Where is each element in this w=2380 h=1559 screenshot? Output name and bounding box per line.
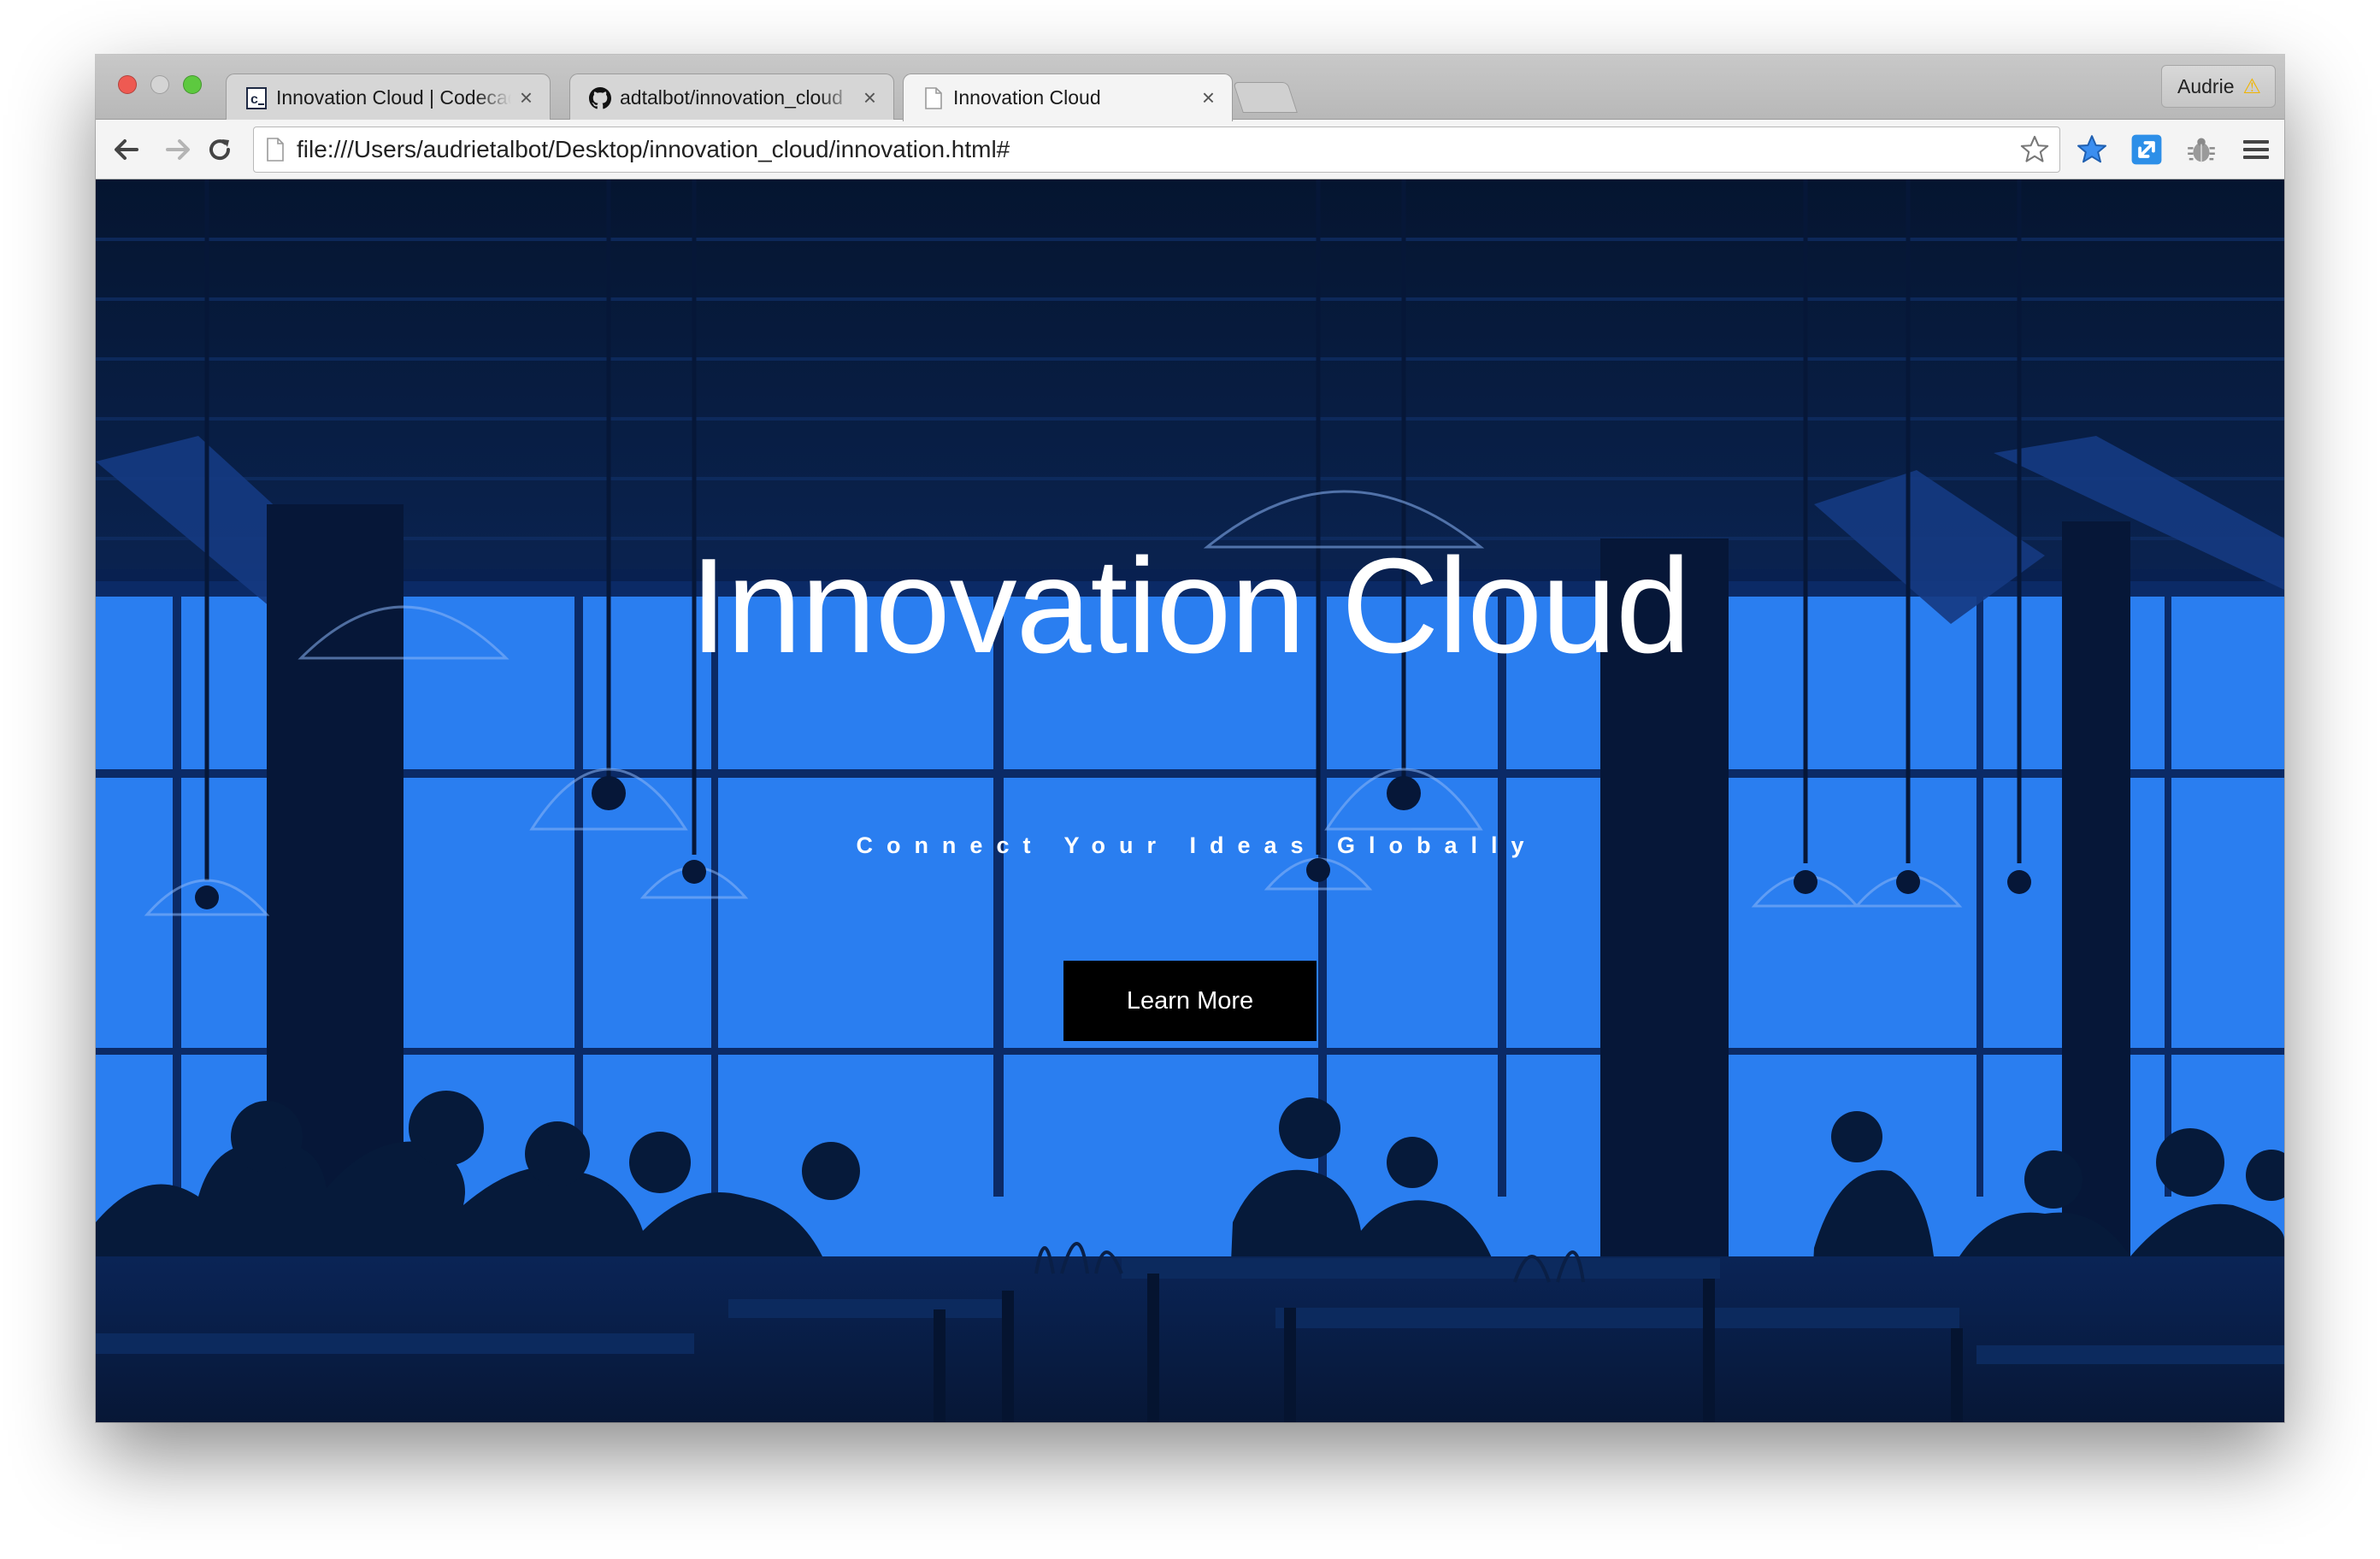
tab-title: Innovation Cloud xyxy=(953,86,1101,109)
forward-arrow-icon xyxy=(166,139,190,160)
tab-close-icon[interactable]: × xyxy=(520,85,533,111)
browser-window: c Innovation Cloud | Codecademy × adtalb… xyxy=(96,55,2284,1422)
url-text[interactable]: file:///Users/audrietalbot/Desktop/innov… xyxy=(297,136,2018,163)
address-bar[interactable]: file:///Users/audrietalbot/Desktop/innov… xyxy=(253,126,2060,173)
back-button[interactable] xyxy=(108,132,144,168)
new-tab-button[interactable] xyxy=(1233,82,1298,113)
forward-button[interactable] xyxy=(161,132,197,168)
learn-more-button[interactable]: Learn More xyxy=(1063,961,1317,1041)
tab-title: Innovation Cloud | Codecademy xyxy=(276,86,511,109)
close-window-button[interactable] xyxy=(118,75,137,94)
profile-name: Audrie xyxy=(2177,74,2235,97)
tab-close-icon[interactable]: × xyxy=(1202,85,1215,111)
github-icon xyxy=(589,86,611,110)
hero-subtitle: Connect Your Ideas Globally xyxy=(856,832,1538,858)
page-viewport: Innovation Cloud Connect Your Ideas Glob… xyxy=(96,179,2284,1422)
reload-button[interactable] xyxy=(202,132,238,168)
hero-background-image xyxy=(96,179,2284,1422)
tab-codecademy[interactable]: c Innovation Cloud | Codecademy × xyxy=(226,74,551,121)
tab-github[interactable]: adtalbot/innovation_cloud × xyxy=(569,74,894,121)
page-icon xyxy=(922,86,945,110)
tab-strip: c Innovation Cloud | Codecademy × adtalb… xyxy=(96,55,2284,121)
codecademy-icon: c xyxy=(245,86,268,110)
minimize-window-button[interactable] xyxy=(150,75,169,94)
menu-icon[interactable] xyxy=(2236,130,2276,169)
back-arrow-icon xyxy=(115,139,138,160)
tab-title: adtalbot/innovation_cloud xyxy=(620,86,843,109)
profile-button[interactable]: Audrie ⚠ xyxy=(2161,65,2276,108)
zoom-window-button[interactable] xyxy=(183,75,202,94)
tab-close-icon[interactable]: × xyxy=(863,85,876,111)
resize-extension-icon[interactable] xyxy=(2127,130,2166,169)
browser-toolbar: file:///Users/audrietalbot/Desktop/innov… xyxy=(96,120,2284,179)
hero-title: Innovation Cloud xyxy=(690,531,1691,681)
warning-icon: ⚠ xyxy=(2242,74,2261,98)
reload-icon xyxy=(209,139,231,161)
bookmark-star-icon[interactable] xyxy=(2018,133,2051,166)
page-icon xyxy=(266,138,285,162)
tab-innovation-cloud[interactable]: Innovation Cloud × xyxy=(903,74,1233,121)
svg-text:c: c xyxy=(250,92,258,107)
bookmarks-extension-icon[interactable] xyxy=(2072,130,2112,169)
bug-extension-icon[interactable] xyxy=(2182,130,2221,169)
